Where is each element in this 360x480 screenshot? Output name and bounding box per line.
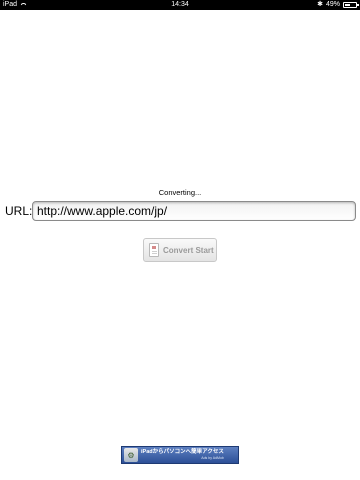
- ad-title: iPadからパソコンへ簡単アクセス: [141, 449, 224, 455]
- clock: 14:34: [171, 1, 189, 8]
- ad-subtitle: Ads by AdMob: [201, 455, 224, 460]
- bluetooth-icon: ✱: [317, 1, 323, 8]
- ad-app-icon: ⚙: [124, 448, 138, 462]
- battery-percent: 49%: [325, 1, 340, 8]
- battery-fill: [345, 4, 350, 6]
- ad-banner[interactable]: ⚙ iPadからパソコンへ簡単アクセス Ads by AdMob: [121, 446, 239, 464]
- convert-start-button[interactable]: Convert Start: [143, 238, 217, 262]
- battery-icon: [343, 2, 359, 8]
- status-text: Converting...: [158, 188, 202, 197]
- status-bar: iPad 14:34 ✱ 49%: [0, 0, 360, 10]
- document-icon: [149, 243, 159, 257]
- convert-start-label: Convert Start: [163, 245, 214, 255]
- url-input[interactable]: [32, 201, 356, 221]
- url-label: URL:: [5, 204, 33, 218]
